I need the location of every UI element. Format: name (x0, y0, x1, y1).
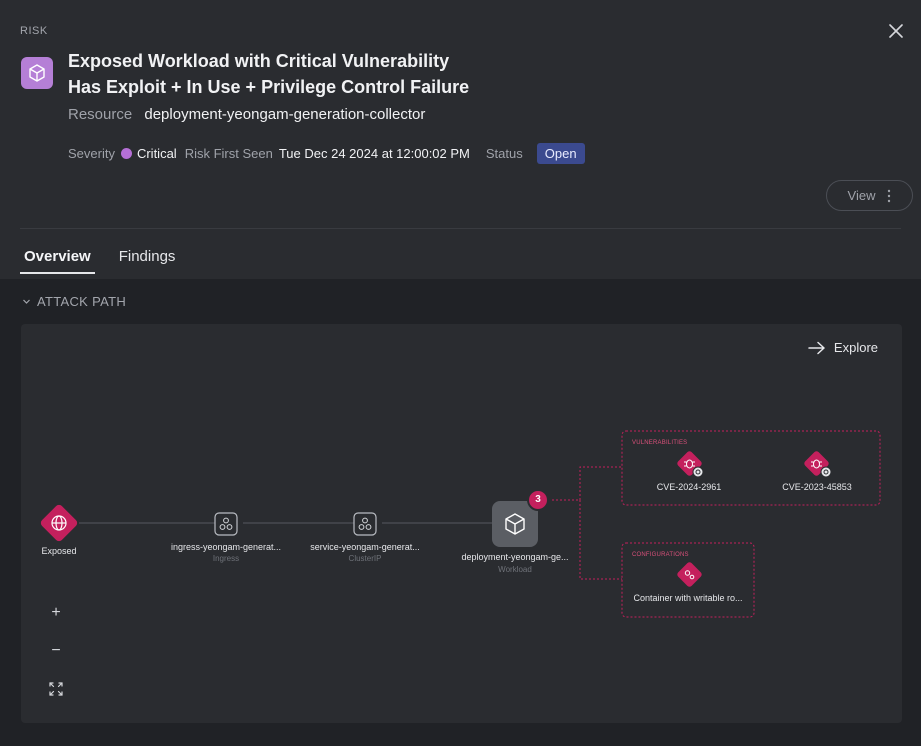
severity-dot-icon (120, 147, 132, 159)
resource-value: deployment-yeongam-generation-collector (144, 106, 426, 123)
gear-icon (692, 466, 704, 478)
gear-icon (820, 466, 832, 478)
status-badge: Open (536, 142, 585, 164)
attack-path-graph[interactable]: Explore 3 Exposed ingress-yeongam-genera… (21, 324, 902, 723)
resource-key: Resource (68, 106, 133, 123)
attack-path-toggle[interactable]: ATTACK PATH (22, 294, 126, 309)
exposed-node[interactable] (39, 503, 79, 543)
workload-cube-icon (21, 57, 53, 89)
vulnerability-label-1: CVE-2024-2961 (656, 482, 722, 492)
risk-title-line-1: Exposed Workload with Critical Vulnerabi… (68, 51, 450, 71)
edge-workload-vulnerabilities (552, 466, 622, 501)
first-seen-key: Risk First Seen (184, 145, 273, 161)
fit-view-button[interactable] (45, 678, 67, 700)
vulnerabilities-group-title: VULNERABILITIES (632, 440, 688, 446)
meta-row: Severity Critical Risk First Seen Tue De… (68, 142, 585, 164)
view-button[interactable]: View (826, 180, 913, 211)
edge-workload-configurations (579, 500, 622, 580)
header-divider (20, 228, 901, 229)
workload-count-text: 3 (535, 494, 541, 505)
ingress-type: Ingress (212, 554, 240, 563)
expand-icon (49, 682, 63, 696)
graph-canvas (39, 430, 881, 618)
first-seen-value: Tue Dec 24 2024 at 12:00:02 PM (278, 145, 470, 161)
vulnerability-node-1[interactable] (676, 450, 704, 478)
vulnerability-label-2: CVE-2023-45853 (782, 482, 852, 492)
tab-findings[interactable]: Findings (115, 248, 180, 274)
zoom-in-button[interactable]: + (45, 602, 67, 624)
exposed-label: Exposed (41, 546, 77, 556)
ingress-label: ingress-yeongam-generat... (170, 542, 282, 552)
severity-value: Critical (136, 145, 177, 161)
chevron-down-icon (23, 299, 30, 304)
service-label: service-yeongam-generat... (310, 542, 420, 552)
service-type: ClusterIP (348, 554, 382, 563)
workload-label: deployment-yeongam-ge... (461, 552, 569, 562)
workload-type: Workload (498, 565, 532, 574)
view-button-label: View (847, 188, 876, 203)
attack-path-title: ATTACK PATH (37, 294, 127, 309)
ingress-node[interactable] (214, 512, 238, 536)
close-icon[interactable] (887, 22, 905, 40)
configurations-group-title: CONFIGURATIONS (632, 552, 689, 558)
configuration-label-1: Container with writable ro... (633, 593, 743, 603)
zoom-out-button[interactable]: − (45, 640, 67, 662)
severity-key: Severity (68, 145, 115, 161)
risk-type-label: RISK (20, 25, 48, 37)
vulnerability-node-2[interactable] (803, 450, 832, 478)
risk-title-line-2: Has Exploit + In Use + Privilege Control… (68, 77, 470, 97)
configuration-node-1[interactable] (676, 561, 703, 588)
status-key: Status (485, 145, 523, 161)
more-vertical-icon (888, 189, 891, 202)
service-node[interactable] (353, 512, 377, 536)
resource-row: Resource deployment-yeongam-generation-c… (68, 106, 425, 123)
tab-bar: Overview Findings (20, 248, 179, 274)
tab-overview[interactable]: Overview (20, 248, 95, 274)
risk-title: Exposed Workload with Critical Vulnerabi… (68, 48, 768, 100)
risk-detail-panel: RISK Exposed Workload with Critical Vuln… (0, 0, 921, 746)
